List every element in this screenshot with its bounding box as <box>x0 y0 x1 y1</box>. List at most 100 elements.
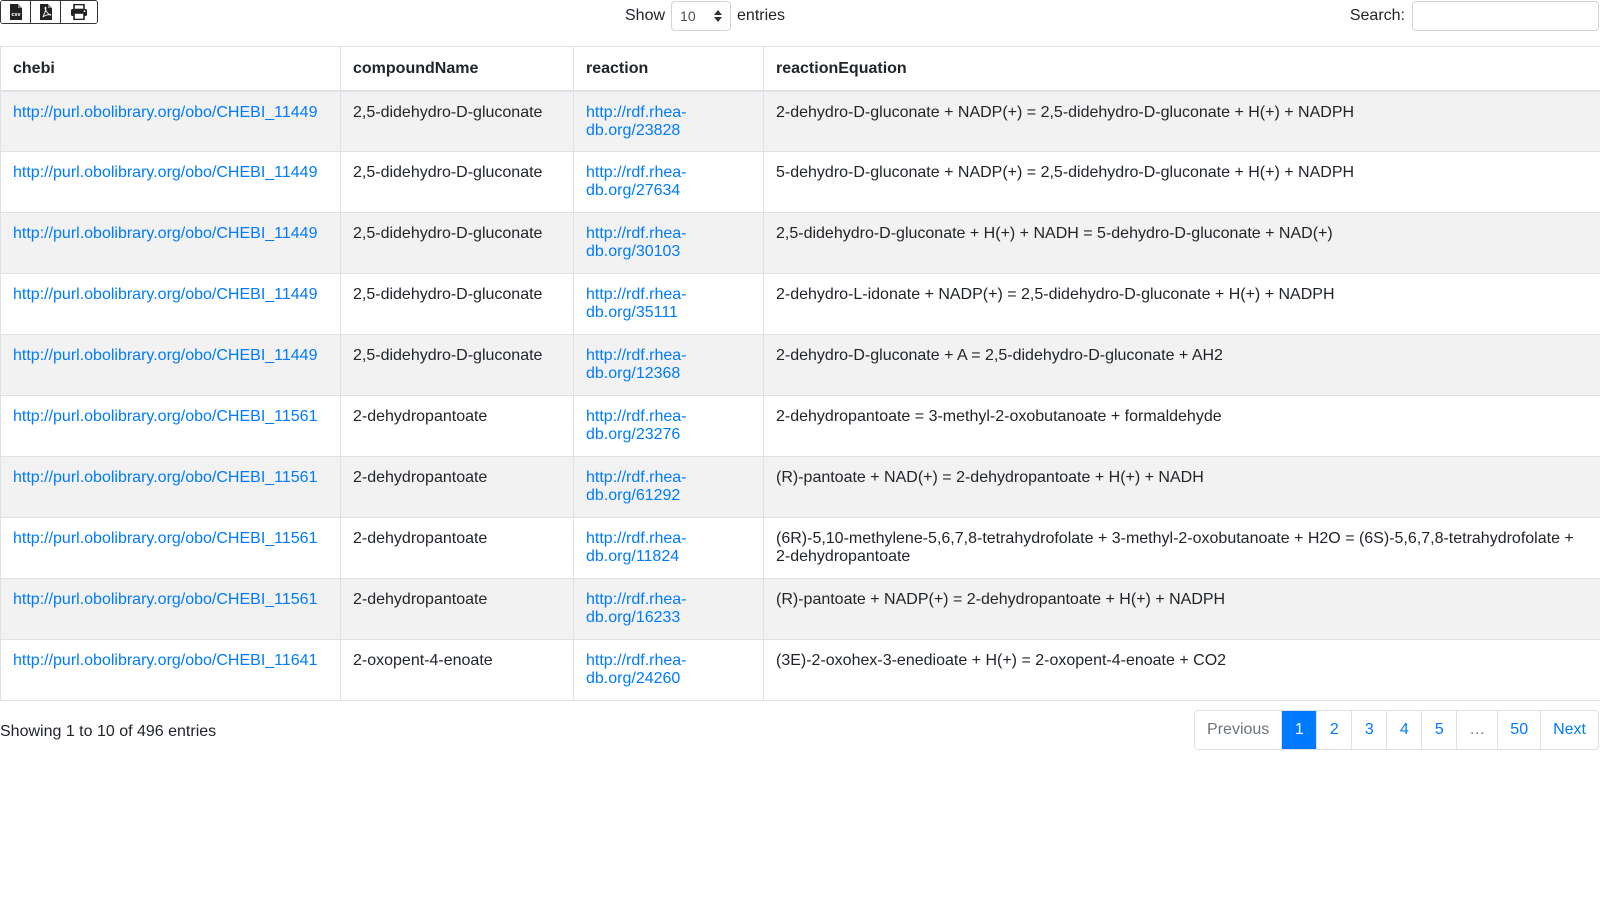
reaction-link[interactable]: http://rdf.rhea-db.org/16233 <box>586 591 687 626</box>
pagination-page-4[interactable]: 4 <box>1387 711 1423 749</box>
column-header-reaction[interactable]: reaction <box>573 46 764 92</box>
reaction-equation-cell: 2-dehydro-D-gluconate + A = 2,5-didehydr… <box>763 334 1600 396</box>
chebi-link[interactable]: http://purl.obolibrary.org/obo/CHEBI_114… <box>13 104 317 121</box>
chebi-cell: http://purl.obolibrary.org/obo/CHEBI_115… <box>0 456 341 518</box>
reaction-cell: http://rdf.rhea-db.org/24260 <box>573 639 764 701</box>
page-length-select[interactable]: 10 <box>671 1 732 31</box>
chebi-link[interactable]: http://purl.obolibrary.org/obo/CHEBI_115… <box>13 408 317 425</box>
table-controls: csv Show 10 entries Search: <box>0 0 1600 40</box>
chebi-cell: http://purl.obolibrary.org/obo/CHEBI_114… <box>0 90 341 152</box>
reaction-cell: http://rdf.rhea-db.org/30103 <box>573 212 764 274</box>
table-row: http://purl.obolibrary.org/obo/CHEBI_115… <box>0 517 1600 579</box>
compound-name-cell: 2,5-didehydro-D-gluconate <box>340 273 574 335</box>
chebi-cell: http://purl.obolibrary.org/obo/CHEBI_114… <box>0 212 341 274</box>
compound-name-cell: 2-dehydropantoate <box>340 578 574 640</box>
pagination: Previous 1 2 3 4 5 … 50 Next <box>1194 710 1599 750</box>
reaction-equation-cell: 5-dehydro-D-gluconate + NADP(+) = 2,5-di… <box>763 151 1600 213</box>
chebi-link[interactable]: http://purl.obolibrary.org/obo/CHEBI_116… <box>13 652 317 669</box>
compound-name-cell: 2,5-didehydro-D-gluconate <box>340 212 574 274</box>
reaction-link[interactable]: http://rdf.rhea-db.org/61292 <box>586 469 687 504</box>
chebi-link[interactable]: http://purl.obolibrary.org/obo/CHEBI_114… <box>13 286 317 303</box>
table-row: http://purl.obolibrary.org/obo/CHEBI_114… <box>0 334 1600 396</box>
pdf-file-icon <box>39 4 52 20</box>
entries-label: entries <box>737 7 786 24</box>
pdf-export-button[interactable] <box>31 1 61 23</box>
table-header: chebi compoundName reaction reactionEqua… <box>0 46 1600 92</box>
compound-name-cell: 2-dehydropantoate <box>340 395 574 457</box>
chebi-link[interactable]: http://purl.obolibrary.org/obo/CHEBI_114… <box>13 164 317 181</box>
reaction-cell: http://rdf.rhea-db.org/12368 <box>573 334 764 396</box>
reaction-link[interactable]: http://rdf.rhea-db.org/35111 <box>586 286 687 321</box>
table-row: http://purl.obolibrary.org/obo/CHEBI_114… <box>0 90 1600 152</box>
chebi-link[interactable]: http://purl.obolibrary.org/obo/CHEBI_114… <box>13 347 317 364</box>
pagination-page-1[interactable]: 1 <box>1282 711 1318 749</box>
reaction-cell: http://rdf.rhea-db.org/16233 <box>573 578 764 640</box>
pagination-page-5[interactable]: 5 <box>1422 711 1458 749</box>
pagination-page-2[interactable]: 2 <box>1317 711 1353 749</box>
print-icon <box>71 4 87 20</box>
table-row: http://purl.obolibrary.org/obo/CHEBI_114… <box>0 151 1600 213</box>
reaction-link[interactable]: http://rdf.rhea-db.org/12368 <box>586 347 687 382</box>
search-control: Search: <box>1350 0 1599 32</box>
reaction-cell: http://rdf.rhea-db.org/35111 <box>573 273 764 335</box>
compound-name-cell: 2-oxopent-4-enoate <box>340 639 574 701</box>
chebi-cell: http://purl.obolibrary.org/obo/CHEBI_115… <box>0 578 341 640</box>
reaction-cell: http://rdf.rhea-db.org/61292 <box>573 456 764 518</box>
pagination-previous[interactable]: Previous <box>1195 711 1283 749</box>
compound-name-cell: 2-dehydropantoate <box>340 456 574 518</box>
csv-file-icon: csv <box>9 4 22 20</box>
column-header-reactionequation[interactable]: reactionEquation <box>763 46 1600 92</box>
table-row: http://purl.obolibrary.org/obo/CHEBI_115… <box>0 456 1600 518</box>
pagination-page-50[interactable]: 50 <box>1498 711 1542 749</box>
reaction-equation-cell: 2,5-didehydro-D-gluconate + H(+) + NADH … <box>763 212 1600 274</box>
chebi-link[interactable]: http://purl.obolibrary.org/obo/CHEBI_114… <box>13 225 317 242</box>
print-button[interactable] <box>61 1 97 23</box>
reaction-link[interactable]: http://rdf.rhea-db.org/11824 <box>586 530 687 565</box>
reaction-equation-cell: 2-dehydropantoate = 3-methyl-2-oxobutano… <box>763 395 1600 457</box>
chebi-link[interactable]: http://purl.obolibrary.org/obo/CHEBI_115… <box>13 530 317 547</box>
chebi-cell: http://purl.obolibrary.org/obo/CHEBI_115… <box>0 395 341 457</box>
page-length-control: Show 10 entries <box>625 0 785 32</box>
pagination-page-3[interactable]: 3 <box>1352 711 1388 749</box>
csv-export-button[interactable]: csv <box>1 1 31 23</box>
table-body: http://purl.obolibrary.org/obo/CHEBI_114… <box>0 90 1600 701</box>
results-table: chebi compoundName reaction reactionEqua… <box>0 46 1600 701</box>
search-input[interactable] <box>1412 1 1599 31</box>
reaction-equation-cell: 2-dehydro-L-idonate + NADP(+) = 2,5-dide… <box>763 273 1600 335</box>
reaction-equation-cell: (R)-pantoate + NAD(+) = 2-dehydropantoat… <box>763 456 1600 518</box>
chebi-cell: http://purl.obolibrary.org/obo/CHEBI_114… <box>0 273 341 335</box>
reaction-equation-cell: (3E)-2-oxohex-3-enedioate + H(+) = 2-oxo… <box>763 639 1600 701</box>
page-length-value: 10 <box>680 8 696 24</box>
reaction-equation-cell: (6R)-5,10-methylene-5,6,7,8-tetrahydrofo… <box>763 517 1600 579</box>
reaction-equation-cell: (R)-pantoate + NADP(+) = 2-dehydropantoa… <box>763 578 1600 640</box>
column-header-compoundname[interactable]: compoundName <box>340 46 574 92</box>
reaction-cell: http://rdf.rhea-db.org/23828 <box>573 90 764 152</box>
export-button-group: csv <box>0 0 98 24</box>
chebi-cell: http://purl.obolibrary.org/obo/CHEBI_114… <box>0 151 341 213</box>
compound-name-cell: 2-dehydropantoate <box>340 517 574 579</box>
pagination-next[interactable]: Next <box>1541 711 1598 749</box>
table-row: http://purl.obolibrary.org/obo/CHEBI_114… <box>0 212 1600 274</box>
chebi-link[interactable]: http://purl.obolibrary.org/obo/CHEBI_115… <box>13 469 317 486</box>
reaction-link[interactable]: http://rdf.rhea-db.org/27634 <box>586 164 687 199</box>
compound-name-cell: 2,5-didehydro-D-gluconate <box>340 151 574 213</box>
table-row: http://purl.obolibrary.org/obo/CHEBI_114… <box>0 273 1600 335</box>
compound-name-cell: 2,5-didehydro-D-gluconate <box>340 334 574 396</box>
column-header-chebi[interactable]: chebi <box>0 46 341 92</box>
chebi-cell: http://purl.obolibrary.org/obo/CHEBI_114… <box>0 334 341 396</box>
reaction-cell: http://rdf.rhea-db.org/27634 <box>573 151 764 213</box>
reaction-link[interactable]: http://rdf.rhea-db.org/30103 <box>586 225 687 260</box>
reaction-cell: http://rdf.rhea-db.org/23276 <box>573 395 764 457</box>
reaction-link[interactable]: http://rdf.rhea-db.org/24260 <box>586 652 687 687</box>
table-row: http://purl.obolibrary.org/obo/CHEBI_116… <box>0 639 1600 701</box>
table-info: Showing 1 to 10 of 496 entries <box>0 723 217 740</box>
table-row: http://purl.obolibrary.org/obo/CHEBI_115… <box>0 578 1600 640</box>
search-label: Search: <box>1349 7 1405 24</box>
chebi-link[interactable]: http://purl.obolibrary.org/obo/CHEBI_115… <box>13 591 317 608</box>
chebi-cell: http://purl.obolibrary.org/obo/CHEBI_116… <box>0 639 341 701</box>
reaction-link[interactable]: http://rdf.rhea-db.org/23276 <box>586 408 687 443</box>
reaction-equation-cell: 2-dehydro-D-gluconate + NADP(+) = 2,5-di… <box>763 90 1600 152</box>
reaction-link[interactable]: http://rdf.rhea-db.org/23828 <box>586 104 687 139</box>
pagination-ellipsis: … <box>1457 711 1499 749</box>
chebi-cell: http://purl.obolibrary.org/obo/CHEBI_115… <box>0 517 341 579</box>
